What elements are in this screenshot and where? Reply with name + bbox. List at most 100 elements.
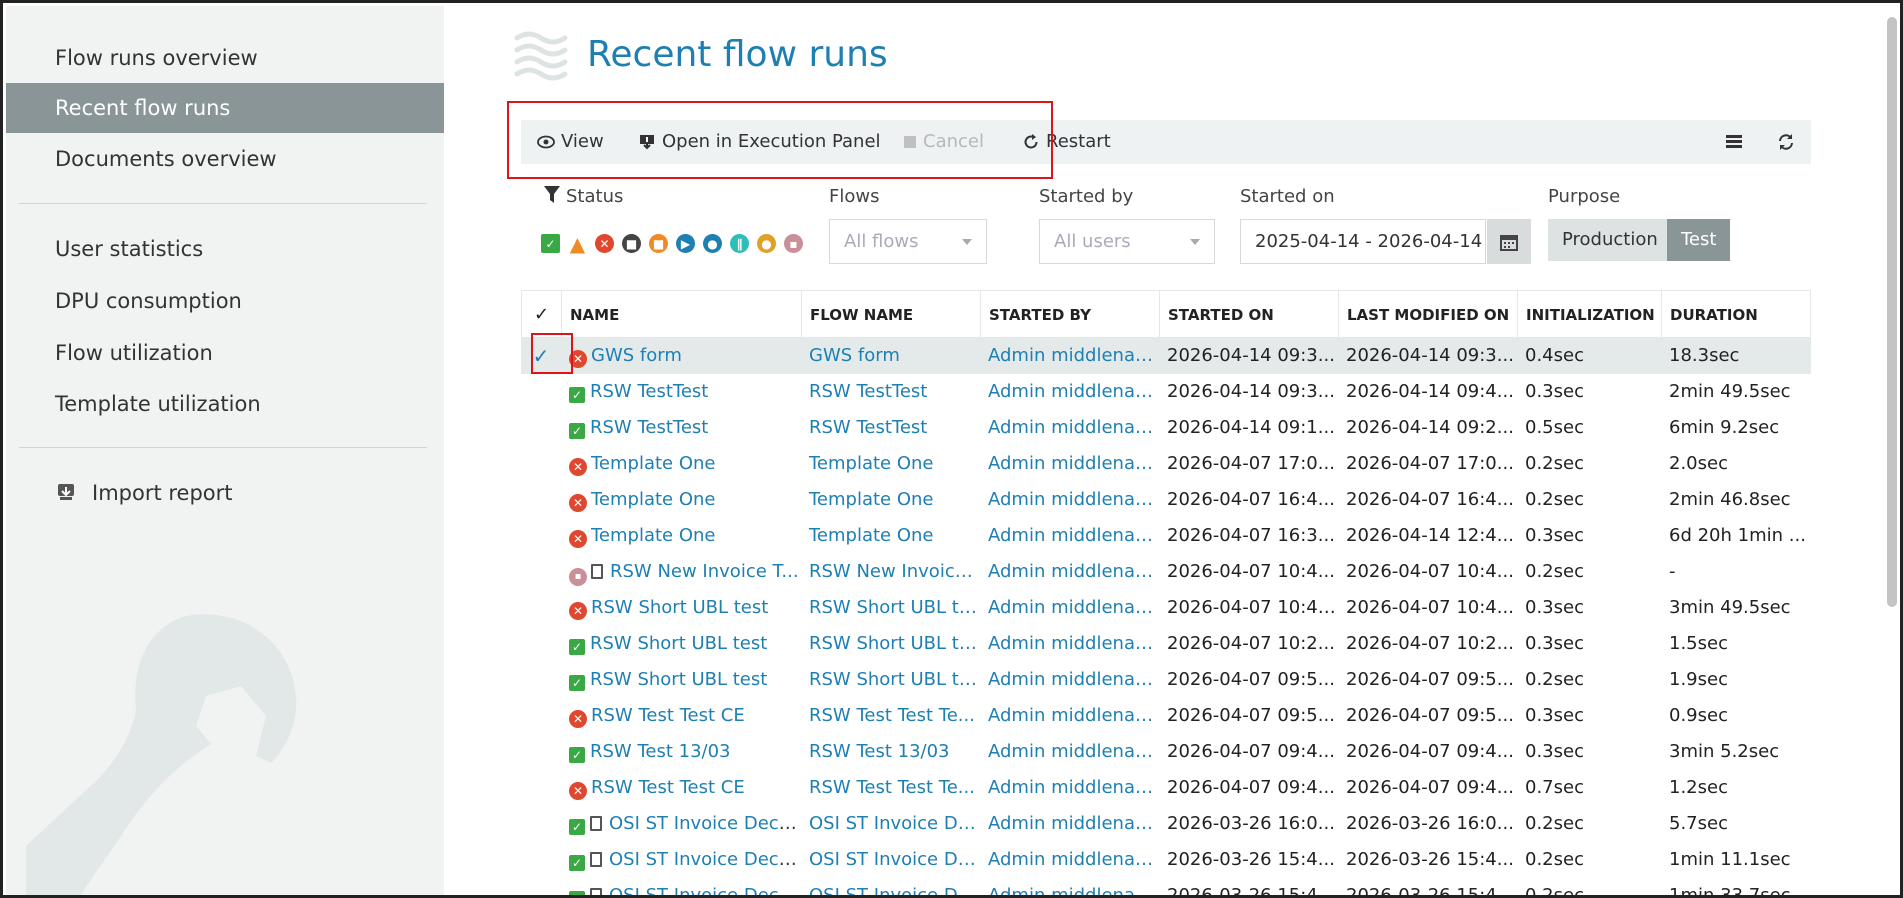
sidebar-item-import-report[interactable]: Import report xyxy=(6,468,444,518)
flow-name-link[interactable]: RSW Test Test Te... xyxy=(801,698,980,734)
table-row[interactable]: ✓ OSI ST Invoice Dec ...OSI ST Invoice De… xyxy=(521,842,1811,878)
row-checkbox[interactable] xyxy=(521,662,561,698)
table-row[interactable]: ✓ OSI ST Invoice Dec ...OSI ST Invoice De… xyxy=(521,806,1811,842)
started-by-link[interactable]: Admin middlenam... xyxy=(980,698,1159,734)
run-name-link[interactable]: OSI ST Invoice Dec ... xyxy=(609,813,801,834)
run-name-link[interactable]: RSW Test Test CE xyxy=(591,777,745,798)
row-checkbox[interactable] xyxy=(521,518,561,554)
status-user-task-icon[interactable]: ● xyxy=(703,234,722,253)
row-checkbox[interactable] xyxy=(521,734,561,770)
run-name-link[interactable]: RSW TestTest xyxy=(590,417,708,438)
flow-name-link[interactable]: OSI ST Invoice De... xyxy=(801,806,980,842)
row-checkbox[interactable] xyxy=(521,554,561,590)
started-by-link[interactable]: Admin middlenam... xyxy=(980,338,1159,374)
flow-name-link[interactable]: RSW TestTest xyxy=(801,410,980,446)
scrollbar[interactable] xyxy=(1887,17,1897,607)
column-header-last-modified[interactable]: LAST MODIFIED ON xyxy=(1339,291,1518,339)
started-by-link[interactable]: Admin middlenam... xyxy=(980,590,1159,626)
flow-name-link[interactable]: RSW Short UBL test xyxy=(801,626,980,662)
flow-name-link[interactable]: OSI ST Invoice De... xyxy=(801,878,980,895)
started-by-link[interactable]: Admin middlenam... xyxy=(980,518,1159,554)
started-by-link[interactable]: Admin middlenam... xyxy=(980,554,1159,590)
row-checkbox[interactable] xyxy=(521,806,561,842)
row-checkbox[interactable] xyxy=(521,482,561,518)
run-name-link[interactable]: OSI ST Invoice Dec ... xyxy=(609,849,801,870)
started-by-link[interactable]: Admin middlenam... xyxy=(980,482,1159,518)
status-locked-icon[interactable]: ▪ xyxy=(784,234,803,253)
run-name-link[interactable]: RSW Test 13/03 xyxy=(590,741,731,762)
started-by-link[interactable]: Admin middlenam... xyxy=(980,446,1159,482)
started-by-link[interactable]: Admin middlenam... xyxy=(980,878,1159,895)
table-row[interactable]: ✓ OSI ST Invoice Dec ...OSI ST Invoice De… xyxy=(521,878,1811,895)
row-checkbox[interactable] xyxy=(521,626,561,662)
date-range-input[interactable]: 2025-04-14 - 2026-04-14 xyxy=(1240,219,1486,264)
column-header-started-by[interactable]: STARTED BY xyxy=(981,291,1160,339)
status-paused-icon[interactable]: ■ xyxy=(649,234,668,253)
run-name-link[interactable]: OSI ST Invoice Dec ... xyxy=(609,885,801,895)
status-success-icon[interactable]: ✓ xyxy=(541,234,560,253)
status-on-hold-icon[interactable]: ∥ xyxy=(730,234,749,253)
table-row[interactable]: ✓ RSW TestTest RSW TestTest Admin middlenam… xyxy=(521,374,1811,410)
column-header-started-on[interactable]: STARTED ON xyxy=(1160,291,1339,339)
status-error-icon[interactable]: ✕ xyxy=(595,234,614,253)
started-by-link[interactable]: Admin middlenam... xyxy=(980,662,1159,698)
column-header-name[interactable]: NAME xyxy=(562,291,802,339)
run-name-link[interactable]: Template One xyxy=(591,453,716,474)
started-by-link[interactable]: Admin middlenam... xyxy=(980,734,1159,770)
sidebar-item-dpu-consumption[interactable]: DPU consumption xyxy=(6,276,444,326)
flow-name-link[interactable]: OSI ST Invoice De... xyxy=(801,842,980,878)
column-header-duration[interactable]: DURATION xyxy=(1662,291,1812,339)
row-checkbox[interactable] xyxy=(521,842,561,878)
sidebar-item-recent-flow-runs[interactable]: Recent flow runs xyxy=(6,83,444,133)
started-by-link[interactable]: Admin middlenam... xyxy=(980,770,1159,806)
table-row[interactable]: ✕ RSW Test Test CE RSW Test Test Te... Admi… xyxy=(521,698,1811,734)
flow-name-link[interactable]: RSW Short UBL test xyxy=(801,662,980,698)
row-checkbox[interactable] xyxy=(521,446,561,482)
status-running-icon[interactable]: ▶ xyxy=(676,234,695,253)
row-checkbox[interactable] xyxy=(521,770,561,806)
flow-name-link[interactable]: RSW New Invoice... xyxy=(801,554,980,590)
sidebar-item-documents-overview[interactable]: Documents overview xyxy=(6,134,444,184)
flows-select[interactable]: All flows xyxy=(829,219,987,264)
table-row[interactable]: ✓ RSW Short UBL test RSW Short UBL test Adm… xyxy=(521,626,1811,662)
sidebar-item-user-statistics[interactable]: User statistics xyxy=(6,224,444,274)
status-warning-icon[interactable]: ▲ xyxy=(568,232,587,256)
purpose-test-toggle[interactable]: Test xyxy=(1667,219,1731,261)
run-name-link[interactable]: RSW Test Test CE xyxy=(591,705,745,726)
purpose-production-toggle[interactable]: Production xyxy=(1548,219,1672,261)
table-row[interactable]: ✕ Template One Template One Admin middlenam… xyxy=(521,446,1811,482)
table-row[interactable]: ✓ RSW Test 13/03 RSW Test 13/03 Admin middl… xyxy=(521,734,1811,770)
status-user-icon[interactable]: ● xyxy=(757,234,776,253)
table-row[interactable]: ✓ RSW TestTest RSW TestTest Admin middlenam… xyxy=(521,410,1811,446)
row-checkbox[interactable] xyxy=(521,590,561,626)
run-name-link[interactable]: RSW Short UBL test xyxy=(590,633,767,654)
run-name-link[interactable]: RSW Short UBL test xyxy=(590,669,767,690)
run-name-link[interactable]: RSW New Invoice T... xyxy=(610,561,799,582)
started-by-link[interactable]: Admin middlenam... xyxy=(980,410,1159,446)
column-header-initialization[interactable]: INITIALIZATION xyxy=(1518,291,1662,339)
run-name-link[interactable]: Template One xyxy=(591,525,716,546)
select-all-checkbox[interactable]: ✓ xyxy=(522,291,562,339)
sidebar-item-flow-utilization[interactable]: Flow utilization xyxy=(6,328,444,378)
run-name-link[interactable]: RSW Short UBL test xyxy=(591,597,768,618)
started-by-link[interactable]: Admin middlenam... xyxy=(980,806,1159,842)
flow-name-link[interactable]: RSW Test Test Te... xyxy=(801,770,980,806)
started-by-select[interactable]: All users xyxy=(1039,219,1215,264)
calendar-button[interactable] xyxy=(1487,219,1531,264)
run-name-link[interactable]: Template One xyxy=(591,489,716,510)
started-by-link[interactable]: Admin middlenam... xyxy=(980,842,1159,878)
started-by-link[interactable]: Admin middlenam... xyxy=(980,626,1159,662)
table-row[interactable]: ✕ Template One Template One Admin middlenam… xyxy=(521,482,1811,518)
flow-name-link[interactable]: RSW TestTest xyxy=(801,374,980,410)
flow-name-link[interactable]: GWS form xyxy=(801,338,980,374)
table-row[interactable]: ✕ Template One Template One Admin middlenam… xyxy=(521,518,1811,554)
run-name-link[interactable]: GWS form xyxy=(591,345,682,366)
column-header-flow-name[interactable]: FLOW NAME xyxy=(802,291,981,339)
status-stopped-icon[interactable]: ■ xyxy=(622,234,641,253)
run-name-link[interactable]: RSW TestTest xyxy=(590,381,708,402)
flow-name-link[interactable]: RSW Short UBL test xyxy=(801,590,980,626)
sidebar-item-flow-runs-overview[interactable]: Flow runs overview xyxy=(6,33,444,83)
column-settings-button[interactable] xyxy=(1719,127,1749,157)
table-row[interactable]: ✕ RSW Test Test CE RSW Test Test Te... Admi… xyxy=(521,770,1811,806)
table-row[interactable]: ✕ RSW Short UBL test RSW Short UBL test Adm… xyxy=(521,590,1811,626)
